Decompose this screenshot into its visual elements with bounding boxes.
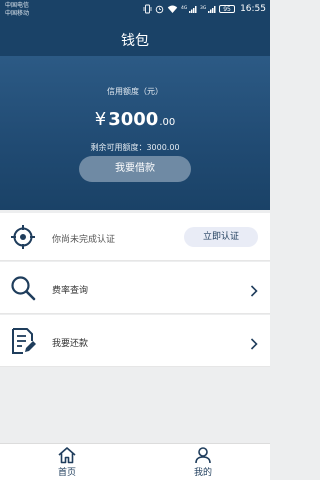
nav-bar: 钱包 xyxy=(0,20,270,56)
clock: 16:55 xyxy=(240,4,266,14)
bottom-tab-bar: 首页 我的 xyxy=(0,443,270,480)
credit-amount: ¥ 3000 .00 xyxy=(0,109,270,130)
currency-symbol: ¥ xyxy=(94,109,107,130)
rate-query-row[interactable]: 费率查询 xyxy=(0,262,270,314)
remaining-credit: 剩余可用额度：3000.00 xyxy=(90,143,180,152)
signal-2-label: 3G xyxy=(200,5,207,11)
chevron-right-icon xyxy=(250,282,258,301)
credit-summary: 信用额度（元） ¥ 3000 .00 剩余可用额度：3000.00 我要借款 xyxy=(0,56,270,210)
battery-icon: 95 xyxy=(219,5,236,13)
chevron-right-icon xyxy=(250,335,258,354)
status-icons: 4G 3G 95 16:55 xyxy=(143,3,266,15)
verification-row: 你尚未完成认证 立即认证 xyxy=(0,213,270,261)
carrier-2: 中国移动 xyxy=(5,10,30,17)
tab-home[interactable]: 首页 xyxy=(37,446,97,478)
repayment-row[interactable]: 我要还款 xyxy=(0,315,270,367)
repayment-label: 我要还款 xyxy=(52,339,89,349)
amount-decimal: .00 xyxy=(159,117,176,128)
rate-query-label: 费率查询 xyxy=(52,286,89,296)
signal-icon-2: 3G xyxy=(200,4,216,14)
carrier-1: 中国电信 xyxy=(5,2,30,9)
page-title: 钱包 xyxy=(121,33,149,49)
wifi-icon xyxy=(167,4,178,14)
credit-limit-label: 信用额度（元） xyxy=(107,87,163,96)
document-edit-icon xyxy=(10,327,36,359)
signal-1-label: 4G xyxy=(181,5,188,11)
verify-now-button[interactable]: 立即认证 xyxy=(184,227,258,247)
person-icon xyxy=(173,446,233,464)
search-icon xyxy=(10,275,36,305)
target-icon xyxy=(10,224,36,254)
alarm-icon xyxy=(155,4,164,14)
amount-integer: 3000 xyxy=(108,109,159,130)
home-icon xyxy=(37,446,97,464)
borrow-button[interactable]: 我要借款 xyxy=(79,156,191,182)
status-bar: 中国电信 中国移动 4G 3G 95 16:55 xyxy=(0,0,270,20)
wallet-screen: 中国电信 中国移动 4G 3G 95 16:55 钱包 信用额度（元） ¥ 30… xyxy=(0,0,270,480)
tab-home-label: 首页 xyxy=(57,468,76,478)
verification-status-text: 你尚未完成认证 xyxy=(52,235,116,245)
tab-mine-label: 我的 xyxy=(193,468,212,478)
vibrate-icon xyxy=(143,4,152,14)
carrier-info: 中国电信 中国移动 xyxy=(5,2,29,18)
signal-icon-1: 4G xyxy=(181,4,197,14)
tab-mine[interactable]: 我的 xyxy=(173,446,233,478)
